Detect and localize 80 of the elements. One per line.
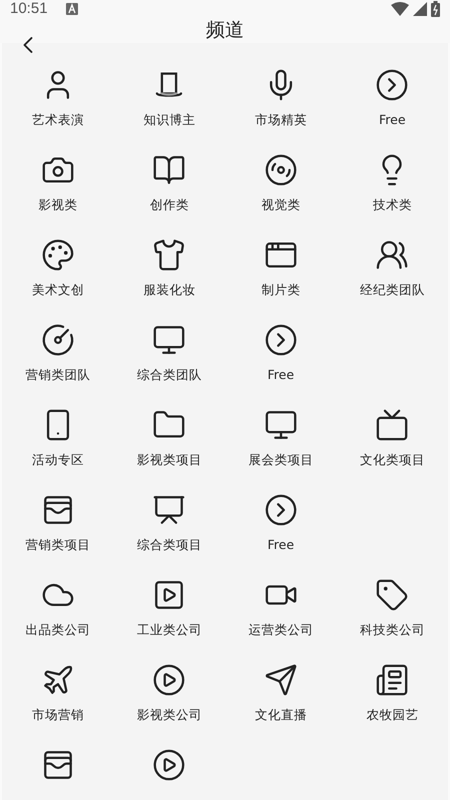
channel-item[interactable]: 活动专区 <box>2 388 114 473</box>
channel-item[interactable]: 视觉类 <box>225 133 336 218</box>
channel-item[interactable]: 经纪类团队 <box>336 218 448 303</box>
channel-item[interactable]: 市场营销 <box>2 643 114 728</box>
channel-item[interactable]: 综合类团队 <box>114 303 225 388</box>
channel-item[interactable]: 市场精英 <box>225 48 336 133</box>
channel-item[interactable]: 影视类公司 <box>114 643 225 728</box>
channel-label: 技术类 <box>372 197 412 214</box>
channel-label: 艺术表演 <box>32 112 84 129</box>
channel-item[interactable]: 创作类 <box>114 133 225 218</box>
shirt-icon <box>152 238 186 272</box>
channel-item[interactable]: 农牧园艺 <box>336 643 448 728</box>
channel-item[interactable]: 展会类项目 <box>225 388 336 473</box>
channel-item[interactable]: 文化类项目 <box>336 388 448 473</box>
channel-label: 活动专区 <box>32 452 84 469</box>
channel-item[interactable]: 运营类公司 <box>225 558 336 643</box>
channel-item[interactable]: 文化直播 <box>225 643 336 728</box>
monitor-icon <box>264 408 298 442</box>
palette-icon <box>40 238 75 272</box>
channel-label: 营销类项目 <box>25 537 90 554</box>
page-title: 频道 <box>206 18 244 43</box>
channel-item[interactable]: 美术文创 <box>2 218 114 303</box>
channel-item[interactable]: 服装化妆 <box>114 218 225 303</box>
channel-item[interactable]: 综合类项目 <box>114 473 225 558</box>
channel-label: 服装化妆 <box>143 282 196 299</box>
channel-label: 科技类公司 <box>360 622 425 639</box>
channel-label: 影视类项目 <box>136 452 202 469</box>
channel-label: 美术文创 <box>32 282 84 299</box>
chevron-circle-icon <box>264 493 298 527</box>
channel-label: 知识博主 <box>143 112 196 129</box>
wifi-icon <box>391 2 409 16</box>
open-book-icon <box>152 153 186 187</box>
channel-item[interactable]: 营销类团队 <box>2 303 114 388</box>
channel-item[interactable]: 艺术表演 <box>2 48 114 133</box>
channel-label: 农牧园艺 <box>366 707 418 724</box>
channel-item[interactable]: 技术类 <box>336 133 448 218</box>
tv-icon <box>375 408 410 442</box>
channel-label: 市场营销 <box>32 707 84 724</box>
paper-plane-icon <box>264 663 298 697</box>
channel-label: 出品类公司 <box>25 622 90 639</box>
channel-label: 文化直播 <box>254 707 307 724</box>
document-icon <box>375 663 410 697</box>
channel-item[interactable]: 影视类 <box>2 133 114 218</box>
channel-item[interactable]: 出品类公司 <box>2 558 114 643</box>
channel-label: 影视类 <box>38 197 78 214</box>
channel-item[interactable]: Free <box>225 303 336 388</box>
status-time: 10:51 <box>10 0 48 17</box>
play-circle-icon <box>152 663 186 697</box>
channel-label: 工业类公司 <box>136 622 202 639</box>
channel-label: 综合类项目 <box>136 537 202 554</box>
notification-icon <box>66 2 78 14</box>
channel-label: 影视类公司 <box>136 707 202 724</box>
channel-item[interactable]: 影视类项目 <box>114 388 225 473</box>
channel-item[interactable]: 科技类公司 <box>336 558 448 643</box>
channel-label: Free <box>267 367 294 382</box>
channel-label: 创作类 <box>150 197 189 214</box>
channel-label: 综合类团队 <box>136 367 202 384</box>
tag-icon <box>375 578 410 612</box>
channel-label: 展会类项目 <box>248 452 314 469</box>
channel-label: 经纪类团队 <box>360 282 425 299</box>
channel-item[interactable]: 工业类公司 <box>114 558 225 643</box>
channel-label: 制片类 <box>261 282 300 299</box>
channel-item[interactable]: Free <box>225 473 336 558</box>
people-icon <box>375 238 410 272</box>
channel-label: Free <box>378 112 406 127</box>
channel-label: 运营类公司 <box>248 622 314 639</box>
channel-item[interactable]: 制片类 <box>225 218 336 303</box>
channel-label: 文化类项目 <box>360 452 425 469</box>
channel-item[interactable]: Free <box>336 48 448 133</box>
channel-item[interactable]: 营销类项目 <box>2 473 114 558</box>
channel-label: 视觉类 <box>261 197 300 214</box>
monitor-icon <box>152 323 186 357</box>
easel-chart-icon <box>152 493 186 527</box>
channel-label: Free <box>267 537 294 552</box>
play-circle-icon <box>152 748 186 782</box>
channel-label: 营销类团队 <box>25 367 90 384</box>
channel-item[interactable]: 知识博主 <box>114 48 225 133</box>
chevron-circle-icon <box>375 68 410 102</box>
chevron-circle-icon <box>264 323 298 357</box>
channel-label: 市场精英 <box>254 112 307 129</box>
